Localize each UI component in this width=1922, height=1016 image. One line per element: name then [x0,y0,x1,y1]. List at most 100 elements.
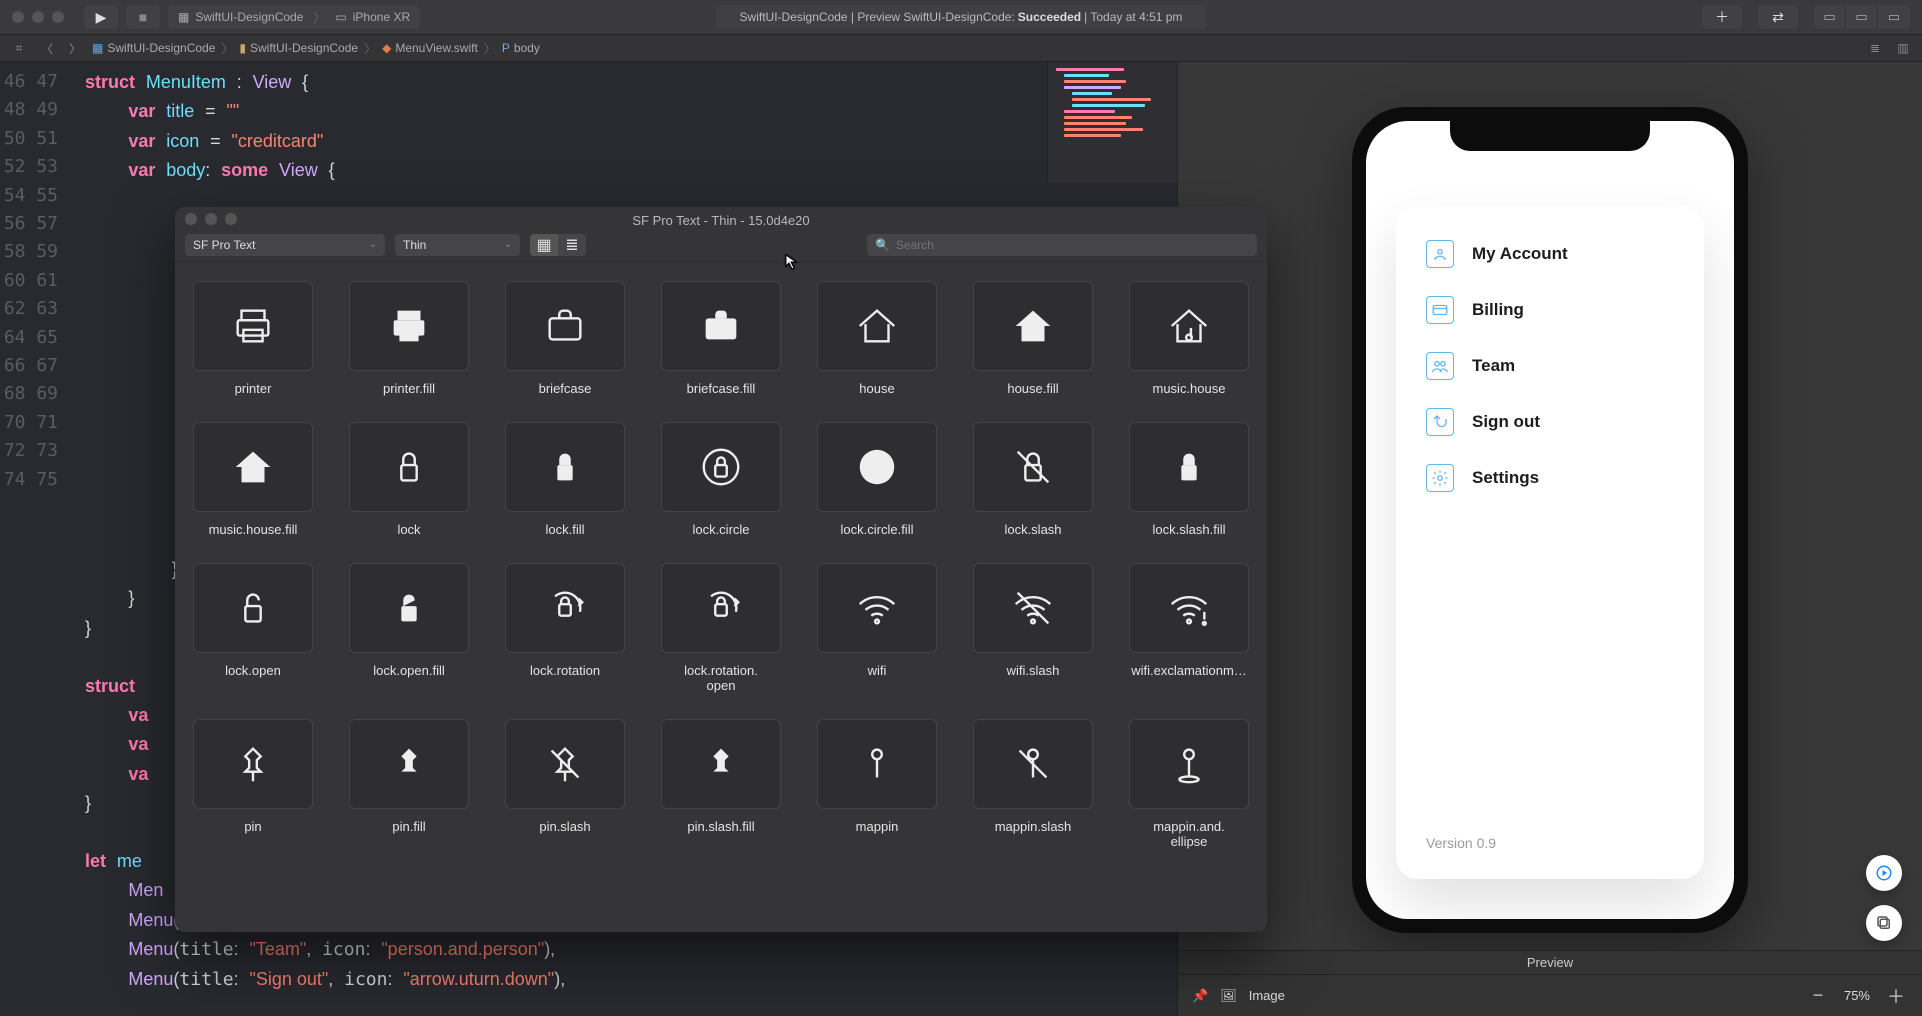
symbol-lock[interactable]: lock [349,422,469,537]
symbol-mappin-and-ellipse[interactable]: mappin.and.ellipse [1129,719,1249,849]
sf-view-toggle[interactable]: ▦ ≣ [530,234,586,256]
version-editor-button[interactable]: ▭ [1878,5,1910,29]
wifi.exclamationm…-icon [1129,563,1249,653]
symbol-pin-fill[interactable]: pin.fill [349,719,469,849]
symbol-lock-open-fill[interactable]: lock.open.fill [349,563,469,693]
code-review-button[interactable]: ⇄ [1758,5,1798,29]
menu-label: My Account [1472,244,1568,264]
symbol-briefcase[interactable]: briefcase [505,281,625,396]
close-dot[interactable] [12,11,24,23]
symbol-mappin-slash[interactable]: mappin.slash [973,719,1093,849]
assistant-editor-button[interactable]: ▭ [1846,5,1878,29]
crumb-project[interactable]: SwiftUI-DesignCode [107,41,215,55]
library-plus-button[interactable]: ＋ [1702,5,1742,29]
project-icon: ▦ [92,41,103,55]
briefcase-icon [505,281,625,371]
related-items-button[interactable]: ⌗ [8,38,30,58]
symbol-wifi-exclamationm…[interactable]: wifi.exclamationm… [1129,563,1249,693]
symbol-briefcase-fill[interactable]: briefcase.fill [661,281,781,396]
nav-back-button[interactable]: 〈 [36,38,58,58]
grid-view-button[interactable]: ▦ [530,234,558,256]
symbol-label: lock.circle.fill [841,522,914,537]
stop-button[interactable]: ■ [126,5,160,29]
symbol-lock-open[interactable]: lock.open [193,563,313,693]
house-icon [817,281,937,371]
symbol-printer-fill[interactable]: printer.fill [349,281,469,396]
sf-close-dot[interactable] [185,213,197,225]
mappin.and.ellipse-icon [1129,719,1249,809]
sf-symbols-window[interactable]: SF Pro Text - Thin - 15.0d4e20 SF Pro Te… [175,207,1267,932]
menu-item-signout[interactable]: Sign out [1426,408,1674,436]
symbol-lock-circle-fill[interactable]: lock.circle.fill [817,422,937,537]
symbol-label: lock [397,522,420,537]
sf-window-titlebar[interactable]: SF Pro Text - Thin - 15.0d4e20 [175,207,1267,233]
preview-tab[interactable]: Preview [1178,950,1922,974]
symbol-lock-circle[interactable]: lock.circle [661,422,781,537]
editor-options-button[interactable]: ≣ [1864,38,1886,58]
lock.rotation-icon [505,563,625,653]
zoom-out-button[interactable]: − [1806,984,1830,1008]
menu-item-settings[interactable]: Settings [1426,464,1674,492]
symbol-mappin[interactable]: mappin [817,719,937,849]
crumb-symbol[interactable]: body [514,41,540,55]
symbol-music-house-fill[interactable]: music.house.fill [193,422,313,537]
run-button[interactable]: ▶ [84,5,118,29]
sf-search-input[interactable] [896,238,1249,252]
list-view-button[interactable]: ≣ [558,234,586,256]
sf-font-select[interactable]: SF Pro Text⌄ [185,234,385,256]
symbol-wifi-slash[interactable]: wifi.slash [973,563,1093,693]
preview-live-button[interactable] [1866,855,1902,891]
symbol-label: lock.slash.fill [1153,522,1226,537]
pin-icon[interactable]: 📌 [1192,988,1208,1004]
symbol-label: wifi.slash [1007,663,1060,678]
sf-search-field[interactable]: 🔍 [867,234,1257,256]
symbol-pin-slash-fill[interactable]: pin.slash.fill [661,719,781,849]
symbol-house[interactable]: house [817,281,937,396]
activity-status: SwiftUI-DesignCode | Preview SwiftUI-Des… [716,5,1206,29]
printer.fill-icon [349,281,469,371]
symbol-label: pin [244,819,261,834]
jump-bar: ⌗ 〈 〉 ▦ SwiftUI-DesignCode〉 ▮ SwiftUI-De… [0,35,1922,62]
preview-image-label: Image [1249,988,1285,1003]
sf-min-dot[interactable] [205,213,217,225]
editor-layout-segment[interactable]: ▭ ▭ ▭ [1814,5,1910,29]
zoom-dot[interactable] [52,11,64,23]
symbol-wifi[interactable]: wifi [817,563,937,693]
symbol-lock-slash[interactable]: lock.slash [973,422,1093,537]
symbol-lock-fill[interactable]: lock.fill [505,422,625,537]
music.house-icon [1129,281,1249,371]
menu-card: My Account Billing Team Sign out [1396,206,1704,879]
sf-symbols-grid[interactable]: printer printer.fill briefcase briefcase.fi… [175,263,1267,932]
minimap[interactable] [1047,62,1177,182]
symbol-lock-slash-fill[interactable]: lock.slash.fill [1129,422,1249,537]
symbol-lock-rotation[interactable]: lock.rotation [505,563,625,693]
symbol-label: mappin.and.ellipse [1153,819,1225,849]
symbol-house-fill[interactable]: house.fill [973,281,1093,396]
window-traffic-lights[interactable] [12,11,64,23]
nav-forward-button[interactable]: 〉 [64,38,86,58]
sf-zoom-dot[interactable] [225,213,237,225]
symbol-label: lock.slash [1004,522,1061,537]
status-time: | Today at 4:51 pm [1084,10,1182,24]
pin-icon [193,719,313,809]
crumb-file[interactable]: MenuView.swift [395,41,477,55]
sf-weight-select[interactable]: Thin⌄ [395,234,520,256]
add-editor-button[interactable]: ▥ [1892,38,1914,58]
minimize-dot[interactable] [32,11,44,23]
standard-editor-button[interactable]: ▭ [1814,5,1846,29]
menu-item-team[interactable]: Team [1426,352,1674,380]
menu-item-billing[interactable]: Billing [1426,296,1674,324]
symbol-printer[interactable]: printer [193,281,313,396]
breadcrumb[interactable]: ▦ SwiftUI-DesignCode〉 ▮ SwiftUI-DesignCo… [92,40,540,57]
mappin.slash-icon [973,719,1093,809]
symbol-pin[interactable]: pin [193,719,313,849]
symbol-music-house[interactable]: music.house [1129,281,1249,396]
symbol-pin-slash[interactable]: pin.slash [505,719,625,849]
scheme-selector[interactable]: ▦ SwiftUI-DesignCode 〉 ▭ iPhone XR [168,5,420,29]
crumb-folder[interactable]: SwiftUI-DesignCode [250,41,358,55]
preview-duplicate-button[interactable] [1866,905,1902,941]
symbol-lock-rotation-open[interactable]: lock.rotation.open [661,563,781,693]
gear-icon [1426,464,1454,492]
zoom-in-button[interactable]: ＋ [1884,984,1908,1008]
menu-item-account[interactable]: My Account [1426,240,1674,268]
